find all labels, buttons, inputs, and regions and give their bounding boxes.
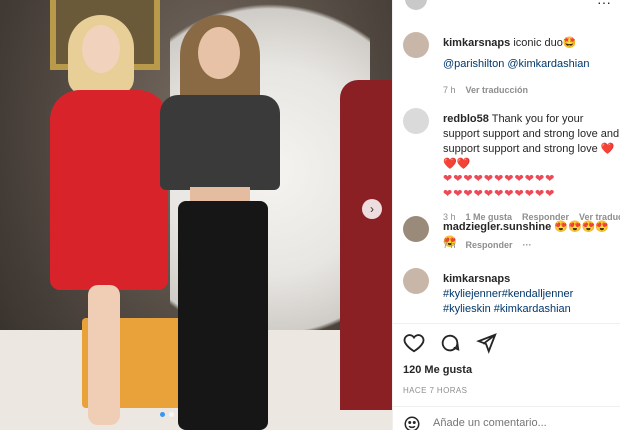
avatar[interactable]: [403, 108, 429, 134]
more-icon[interactable]: ···: [597, 0, 611, 10]
reply-button[interactable]: Responder: [466, 240, 513, 250]
chevron-right-icon: ›: [370, 202, 374, 216]
avatar[interactable]: [403, 268, 429, 294]
comment-body: kimkarsnaps #kyliejenner#kendalljenner #…: [443, 272, 620, 318]
post-header: ···: [393, 0, 620, 10]
comments-list: kimkarsnaps iconic duo🤩 @parishilton @ki…: [393, 26, 620, 318]
post-time: HACE 7 HORAS: [403, 386, 468, 395]
add-comment-bar: [393, 406, 620, 430]
avatar[interactable]: [403, 216, 429, 242]
comment-icon[interactable]: [439, 332, 461, 354]
carousel-dot: [160, 412, 165, 417]
comment-text: iconic duo🤩: [513, 37, 577, 49]
carousel-dot: [169, 412, 174, 417]
more-icon[interactable]: ···: [523, 240, 532, 250]
comment-hearts: ❤❤❤❤❤❤❤❤❤❤❤: [443, 188, 556, 200]
heart-icon[interactable]: [403, 332, 425, 354]
post-actions: 120 Me gusta HACE 7 HORAS: [393, 323, 620, 430]
person-center: [150, 15, 290, 430]
comment-body: redblo58 Thank you for your support supp…: [443, 112, 620, 202]
comment-input[interactable]: [433, 417, 603, 429]
carousel-next-button[interactable]: ›: [362, 199, 382, 219]
comment-meta: 7 h Ver traducción: [443, 85, 528, 95]
like-count[interactable]: 120 Me gusta: [403, 364, 472, 376]
comment-username[interactable]: redblo58: [443, 113, 489, 125]
comment-time[interactable]: 7 h: [443, 240, 456, 250]
action-icons: [403, 332, 497, 354]
comment-username[interactable]: madziegler.sunshine: [443, 221, 551, 233]
avatar[interactable]: [405, 0, 427, 10]
carousel-dots: [160, 412, 174, 417]
person-right: [340, 80, 392, 410]
see-translation-link[interactable]: Ver traducción: [466, 85, 529, 95]
comment-username[interactable]: kimkarsnaps: [443, 273, 510, 285]
comment-username[interactable]: kimkarsnaps: [443, 37, 510, 49]
avatar[interactable]: [403, 32, 429, 58]
comment-time[interactable]: 7 h: [443, 85, 456, 95]
post-photo[interactable]: ›: [0, 0, 392, 430]
emoji-icon[interactable]: [403, 415, 421, 430]
comment-hearts: ❤❤❤❤❤❤❤❤❤❤❤: [443, 173, 556, 185]
comment-hashtags[interactable]: #kyliejenner#kendalljenner #kylieskin #k…: [443, 288, 620, 318]
post-side-panel: ··· kimkarsnaps iconic duo🤩 @parishilton…: [392, 0, 620, 430]
comment-body: kimkarsnaps iconic duo🤩 @parishilton @ki…: [443, 36, 620, 72]
comment-meta: 7 h Responder ···: [443, 240, 532, 250]
comment-mentions[interactable]: @parishilton @kimkardashian: [443, 57, 620, 72]
share-icon[interactable]: [475, 332, 497, 354]
